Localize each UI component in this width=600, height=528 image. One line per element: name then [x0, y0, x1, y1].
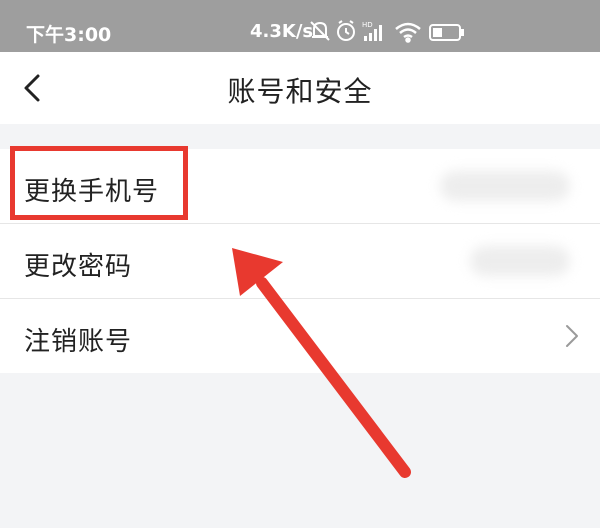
mute-bell-icon	[310, 21, 330, 41]
wifi-icon	[395, 22, 421, 43]
blurred-phone-value	[440, 171, 570, 201]
svg-text:HD: HD	[362, 21, 373, 29]
hd-signal-icon: HD	[362, 21, 382, 41]
blurred-password-value	[470, 246, 570, 276]
highlight-box	[10, 146, 188, 220]
nav-bar: 账号和安全	[0, 52, 600, 124]
list-item-label: 更改密码	[24, 252, 133, 282]
page-title: 账号和安全	[227, 75, 373, 108]
chevron-right-icon	[566, 325, 578, 347]
list-item-change-password[interactable]: 更改密码	[0, 224, 600, 299]
status-icons: HD	[310, 20, 464, 43]
status-time: 下午3:00	[26, 24, 112, 46]
battery-icon	[429, 24, 464, 41]
list-item-label: 注销账号	[24, 327, 133, 357]
list-item-deactivate-account[interactable]: 注销账号	[0, 299, 600, 373]
status-bar: 下午3:00 4.3K/s HD	[0, 0, 600, 52]
network-speed: 4.3K/s	[250, 21, 314, 42]
alarm-icon	[337, 20, 355, 41]
